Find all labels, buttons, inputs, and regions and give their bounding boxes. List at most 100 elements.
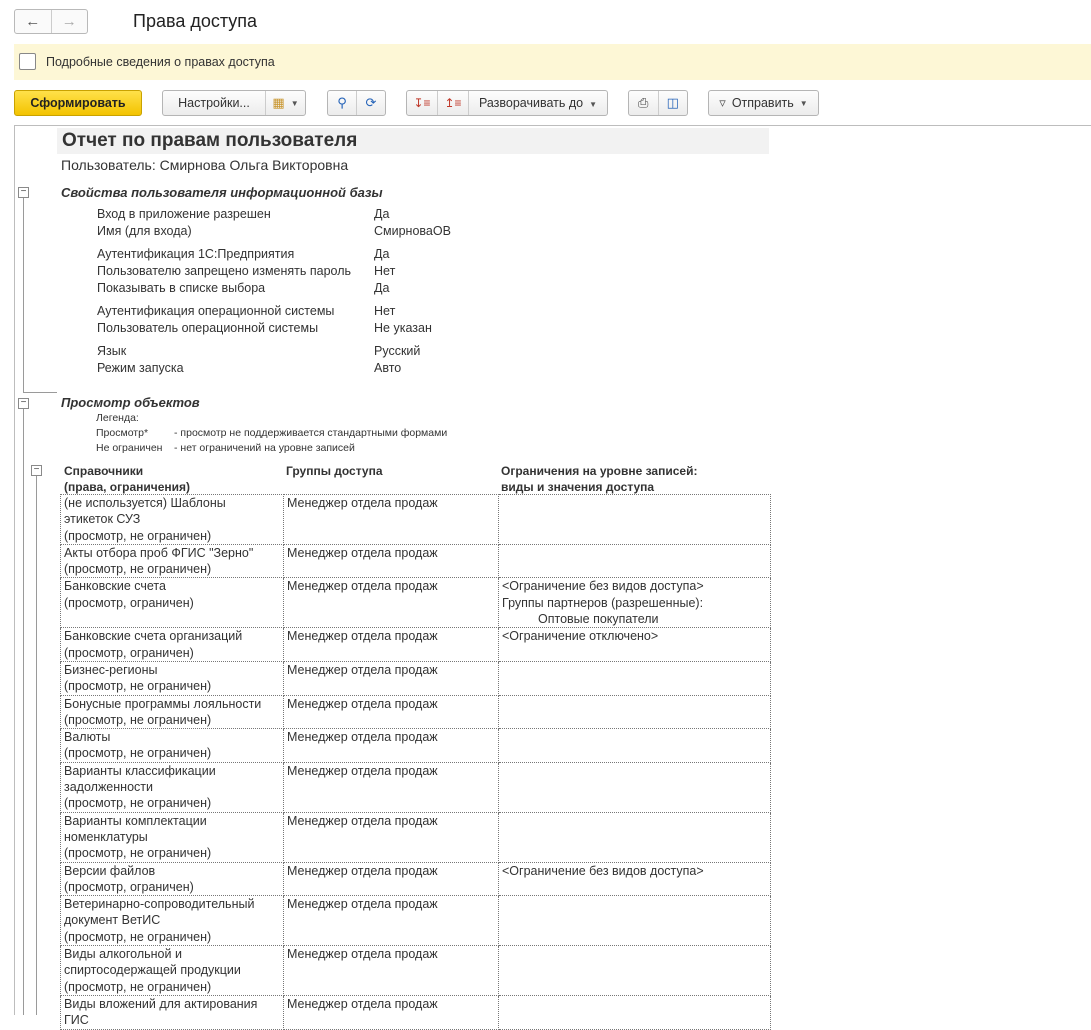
restriction-cell[interactable] [498,728,771,763]
settings-button[interactable]: Настройки... [163,96,265,110]
restriction-cell[interactable] [498,761,771,813]
cell-text: Валюты [64,730,111,745]
access-group-cell[interactable]: Менеджер отдела продаж [283,895,499,947]
table-row[interactable]: Бонусные программы лояльности (просмотр, … [60,694,771,730]
cell-text: Банковские счета [64,579,166,594]
restriction-cell[interactable] [498,945,771,996]
expand-to-label: Разворачивать до [478,96,584,110]
catalog-cell[interactable]: Валюты (просмотр, не ограничен) [60,728,284,763]
catalog-cell[interactable]: Виды алкогольной и спиртосодержащей проду… [60,945,284,996]
table-row[interactable]: Варианты комплектации номенклатуры (просмо… [60,811,771,863]
table-row[interactable]: Ветеринарно-сопроводительный документ Вет… [60,895,771,947]
section-user-properties: Свойства пользователя информационной баз… [61,185,383,200]
restriction-cell[interactable] [498,811,771,863]
cell-text: Менеджер отдела продаж [287,496,438,510]
cell-text: Варианты комплектации [64,813,207,828]
back-button[interactable]: ← [15,10,51,33]
cell-text: Акты отбора проб ФГИС "Зерно" [64,545,254,560]
catalog-cell[interactable]: Варианты комплектации номенклатуры (просмо… [60,811,284,863]
prop-value: Русский [374,344,421,358]
restriction-cell[interactable] [498,994,771,1030]
catalog-cell[interactable]: Бизнес-регионы (просмотр, не ограничен) [60,660,284,696]
expand-all-button[interactable]: ↧≡ [407,96,437,110]
search-button[interactable]: ⚲ [328,95,356,111]
table-row[interactable]: Версии файлов (просмотр, ограничен) Менедж… [60,861,771,897]
cell-text: Варианты классификации [64,763,216,778]
access-group-cell[interactable]: Менеджер отдела продаж [283,694,499,730]
table-row[interactable]: (не используется) Шаблоны этикеток СУЗ (пр… [60,494,771,545]
restriction-cell[interactable] [498,494,771,545]
cell-text: Бонусные программы лояльности [64,696,262,711]
table-row[interactable]: Акты отбора проб ФГИС "Зерно" (просмотр, … [60,543,771,579]
access-group-cell[interactable]: Менеджер отдела продаж [283,945,499,996]
cell-text: (просмотр, ограничен) [64,595,194,610]
restriction-cell[interactable] [498,694,771,730]
catalog-cell[interactable]: Банковские счета (просмотр, ограничен) [60,577,284,629]
prop-value: Авто [374,361,402,375]
table-row[interactable]: Валюты (просмотр, не ограничен) Менеджер о… [60,728,771,763]
collapse-group-button[interactable]: − [18,398,29,409]
prop-value: Нет [374,264,396,278]
access-group-cell[interactable]: Менеджер отдела продаж [283,728,499,763]
search-button-group: ⚲ ⟳ [327,90,386,116]
restriction-cell[interactable]: <Ограничение без видов доступа> Группы па… [498,577,771,629]
preview-button[interactable]: ◫ [659,95,688,111]
catalog-cell[interactable]: Акты отбора проб ФГИС "Зерно" (просмотр, … [60,543,284,579]
table-row[interactable]: Банковские счета организаций (просмотр, о… [60,627,771,662]
catalog-cell[interactable]: Виды вложений для актирования ГИС [60,994,284,1030]
detail-checkbox[interactable] [19,53,36,70]
access-group-cell[interactable]: Менеджер отдела продаж [283,494,499,545]
access-group-cell[interactable]: Менеджер отдела продаж [283,761,499,813]
restriction-cell[interactable] [498,660,771,696]
access-group-cell[interactable]: Менеджер отдела продаж [283,543,499,579]
prop-key: Показывать в списке выбора [97,281,266,295]
send-button[interactable]: ▿ Отправить ▼ [708,90,819,116]
print-button[interactable]: ⎙ [629,95,658,111]
cell-text: (просмотр, ограничен) [64,879,194,894]
access-group-cell[interactable]: Менеджер отдела продаж [283,627,499,662]
cell-text: Банковские счета организаций [64,629,243,644]
search-next-button[interactable]: ⟳ [357,95,385,111]
catalog-cell[interactable]: Банковские счета организаций (просмотр, о… [60,627,284,662]
catalog-cell[interactable]: Версии файлов (просмотр, ограничен) [60,861,284,897]
collapse-group-button[interactable]: − [18,187,29,198]
expand-to-dropdown[interactable]: Разворачивать до ▼ [469,96,607,110]
prop-key: Аутентификация 1С:Предприятия [97,247,295,261]
cell-text: (просмотр, не ограничен) [64,846,212,861]
collapse-all-icon: ↥≡ [444,96,462,110]
chevron-down-icon: ▼ [290,98,299,108]
collapse-all-button[interactable]: ↥≡ [438,96,468,110]
restriction-cell[interactable] [498,543,771,579]
collapse-group-button[interactable]: − [31,465,42,476]
catalog-cell[interactable]: (не используется) Шаблоны этикеток СУЗ (пр… [60,494,284,545]
report-user: Пользователь: Смирнова Ольга Викторовна [61,157,349,173]
cell-text: Менеджер отдела продаж [287,863,438,878]
cell-text: документ ВетИС [64,913,161,928]
restriction-cell[interactable] [498,895,771,947]
table-row[interactable]: Виды вложений для актирования ГИС Менеджер… [60,994,771,1030]
catalog-cell[interactable]: Варианты классификации задолженности (прос… [60,761,284,813]
header-catalogs-line1: Справочники [64,464,144,478]
access-group-cell[interactable]: Менеджер отдела продаж [283,861,499,897]
table-row[interactable]: Виды алкогольной и спиртосодержащей проду… [60,945,771,996]
nav-buttons: ← → [14,9,88,34]
catalog-cell[interactable]: Ветеринарно-сопроводительный документ Вет… [60,895,284,947]
settings-button-group: Настройки... ▦ ▼ [162,90,306,116]
access-group-cell[interactable]: Менеджер отдела продаж [283,811,499,863]
detail-checkbox-label[interactable]: Подробные сведения о правах доступа [46,55,275,69]
access-group-cell[interactable]: Менеджер отдела продаж [283,660,499,696]
forward-button[interactable]: → [50,10,88,33]
cell-text: Ветеринарно-сопроводительный [64,897,255,912]
variants-dropdown[interactable]: ▦ ▼ [266,95,305,111]
catalog-cell[interactable]: Бонусные программы лояльности (просмотр, … [60,694,284,730]
table-row[interactable]: Варианты классификации задолженности (прос… [60,761,771,813]
generate-button[interactable]: Сформировать [14,90,142,116]
arrow-right-icon: → [61,13,77,30]
table-row[interactable]: Бизнес-регионы (просмотр, не ограничен) Ме… [60,660,771,696]
table-row[interactable]: Банковские счета (просмотр, ограничен) Мен… [60,577,771,629]
restriction-cell[interactable]: <Ограничение отключено> [498,627,771,662]
send-icon: ▿ [719,95,726,110]
restriction-cell[interactable]: <Ограничение без видов доступа> [498,861,771,897]
access-group-cell[interactable]: Менеджер отдела продаж [283,577,499,629]
access-group-cell[interactable]: Менеджер отдела продаж [283,994,499,1030]
